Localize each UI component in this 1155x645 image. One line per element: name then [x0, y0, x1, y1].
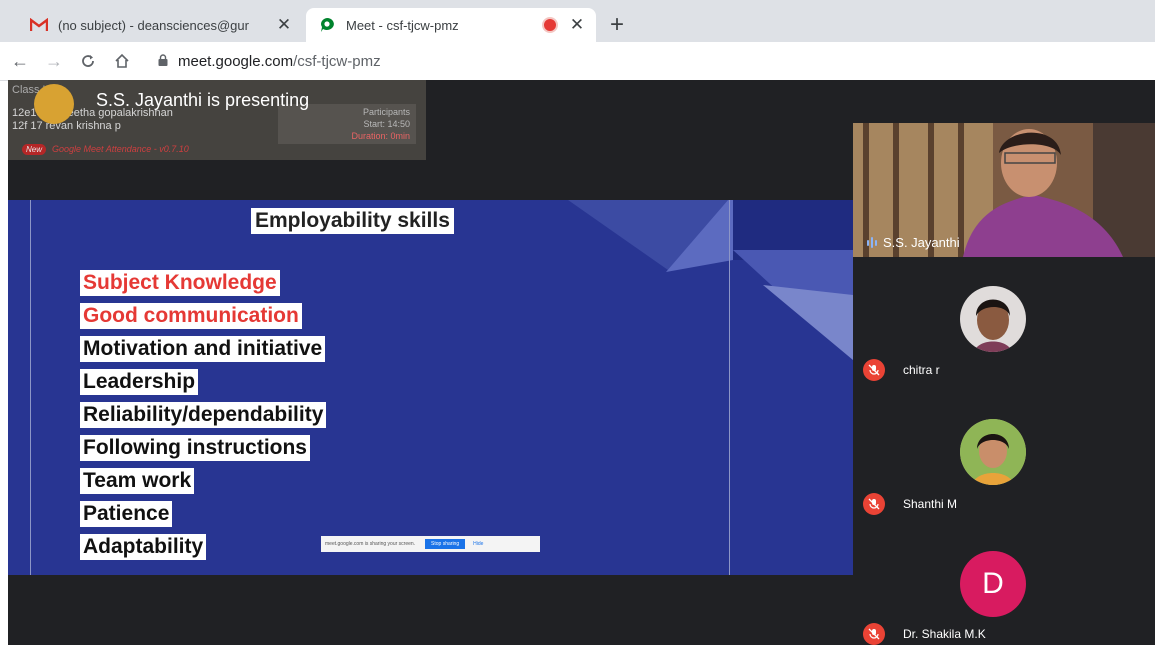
mic-off-icon — [863, 493, 885, 515]
reload-icon[interactable] — [74, 47, 102, 75]
tab-title: Meet - csf-tjcw-pmz — [346, 17, 459, 33]
presenting-banner: S.S. Jayanthi is presenting — [96, 90, 310, 110]
stop-sharing-button[interactable]: Stop sharing — [425, 539, 466, 549]
new-tab-button[interactable]: + — [610, 10, 624, 40]
home-icon[interactable] — [108, 47, 136, 75]
lock-icon — [158, 53, 168, 70]
address-bar[interactable]: meet.google.com /csf-tjcw-pmz — [158, 53, 381, 70]
skill-item: Motivation and initiative — [80, 336, 326, 362]
duration: Duration: 0min — [351, 131, 410, 141]
participant-name: chitra r — [903, 363, 940, 377]
participant-tile[interactable]: Shanthi M — [853, 391, 1155, 525]
skill-item: Following instructions — [80, 435, 310, 461]
back-arrow-icon[interactable]: ← — [6, 47, 34, 75]
meet-icon — [316, 16, 338, 34]
mic-off-icon — [863, 623, 885, 645]
close-tab-icon[interactable]: ✕ — [275, 15, 293, 35]
new-badge: New — [22, 144, 47, 155]
presenter-avatar — [34, 84, 74, 124]
avatar — [960, 419, 1026, 485]
share-notice-text: meet.google.com is sharing your screen. — [325, 541, 416, 547]
recording-indicator-icon — [542, 17, 558, 33]
avatar: D — [960, 551, 1026, 617]
extension-footer: New Google Meet Attendance - v0.7.10 — [22, 144, 189, 155]
extension-version: Google Meet Attendance - v0.7.10 — [52, 144, 189, 154]
tab-gmail[interactable]: (no subject) - deansciences@gur ✕ — [18, 8, 303, 42]
skill-item: Team work — [80, 468, 195, 494]
tab-title: (no subject) - deansciences@gur — [58, 17, 249, 33]
participant-name: Shanthi M — [903, 497, 958, 511]
skill-item: Reliability/dependability — [80, 402, 327, 428]
participant-tile-speaking[interactable]: S.S. Jayanthi — [853, 123, 1155, 257]
participant-name: Dr. Shakila M.K — [903, 627, 986, 641]
browser-toolbar: ← → meet.google.com /csf-tjcw-pmz — [0, 42, 1155, 81]
start-time: Start: 14:50 — [363, 119, 410, 129]
participant-tile[interactable]: D Dr. Shakila M.K — [853, 525, 1155, 645]
participant-tile[interactable]: chitra r — [853, 257, 1155, 391]
meet-stage: Class List 12e18 praneetha gopalakrishna… — [8, 80, 1155, 645]
close-tab-icon[interactable]: ✕ — [568, 15, 586, 35]
speaking-indicator-icon — [867, 237, 877, 248]
slide-title: Employability skills — [251, 208, 454, 234]
skill-item: Good communication — [80, 303, 302, 329]
shared-slide: Employability skills Subject Knowledge Go… — [8, 200, 853, 575]
gmail-icon — [28, 16, 50, 34]
slide-divider — [729, 200, 730, 575]
tab-meet[interactable]: Meet - csf-tjcw-pmz ✕ — [306, 8, 596, 42]
browser-tab-strip: (no subject) - deansciences@gur ✕ Meet -… — [0, 0, 1155, 42]
url-path: /csf-tjcw-pmz — [293, 52, 381, 70]
skill-item: Adaptability — [80, 534, 207, 560]
skill-item: Leadership — [80, 369, 199, 395]
participant-name: S.S. Jayanthi — [883, 235, 960, 250]
slide-divider — [30, 200, 31, 575]
url-domain: meet.google.com — [178, 52, 294, 70]
skill-item: Subject Knowledge — [80, 270, 280, 296]
skill-item: Patience — [80, 501, 173, 527]
screen-share-notice: meet.google.com is sharing your screen. … — [321, 536, 540, 552]
forward-arrow-icon[interactable]: → — [40, 47, 68, 75]
mic-off-icon — [863, 359, 885, 381]
avatar — [960, 286, 1026, 352]
hide-button[interactable]: Hide — [473, 541, 483, 547]
presentation-header: Class List 12e18 praneetha gopalakrishna… — [8, 80, 853, 200]
participants-sidebar: S.S. Jayanthi chitra r Shanthi M D Dr. S… — [853, 80, 1155, 645]
attendance-row: 12f 17 revan krishna p — [12, 120, 121, 132]
